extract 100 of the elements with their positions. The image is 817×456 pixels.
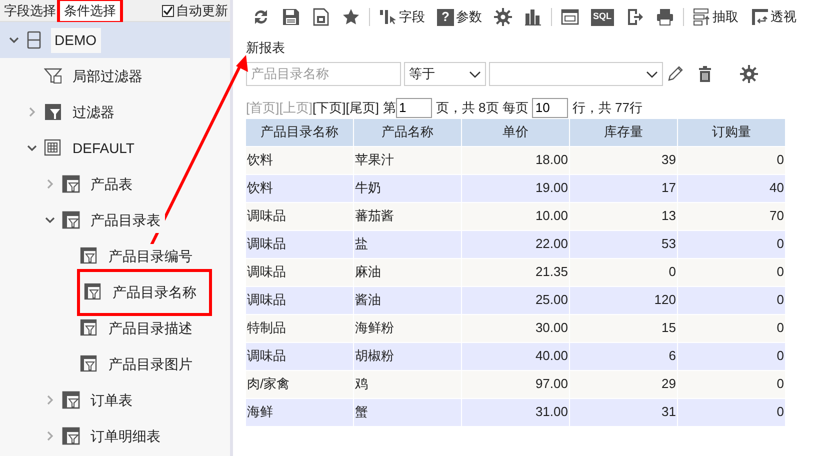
table-cell: 0 <box>678 146 785 174</box>
operator-select[interactable]: 等于 <box>404 62 486 86</box>
table-cell: 40 <box>678 174 785 202</box>
table-icon <box>80 319 98 337</box>
pager-text: 行，共 77行 <box>572 98 642 117</box>
table-cell: 25.00 <box>462 286 569 314</box>
table-cell: 苹果汁 <box>354 146 461 174</box>
table-cell: 盐 <box>354 230 461 258</box>
table-cell: 调味品 <box>246 230 353 258</box>
checkbox[interactable] <box>162 4 174 16</box>
table-cell: 13 <box>570 202 677 230</box>
table-cell: 15 <box>570 314 677 342</box>
pager-text: 第 <box>382 98 396 117</box>
table-cell: 麻油 <box>354 258 461 286</box>
toolbar-button[interactable]: ? 参数 <box>431 5 488 29</box>
stack-icon <box>692 8 711 26</box>
print-icon <box>656 8 674 26</box>
toolbar-button[interactable]: 透视 <box>744 5 803 29</box>
panel-tab[interactable]: 字段选择 <box>0 0 60 20</box>
chevron-down-icon[interactable] <box>45 215 55 225</box>
table-cell: 调味品 <box>246 342 353 370</box>
column-header: 库存量 <box>570 118 677 146</box>
table-cell: 酱油 <box>354 286 461 314</box>
layout-icon <box>561 8 579 26</box>
table-cell: 胡椒粉 <box>354 342 461 370</box>
table-cell: 18.00 <box>462 146 569 174</box>
panel-tab[interactable]: 条件选择 <box>60 0 120 20</box>
table-cell: 饮料 <box>246 174 353 202</box>
field-input[interactable]: 产品目录名称 <box>246 62 401 86</box>
column-header: 产品目录名称 <box>246 118 353 146</box>
table-cell: 牛奶 <box>354 174 461 202</box>
table-cell: 肉/家禽 <box>246 370 353 398</box>
table-cell: 30.00 <box>462 314 569 342</box>
table-cell: 0 <box>678 286 785 314</box>
table-cell: 海鲜 <box>246 398 353 426</box>
settings-icon <box>494 8 512 26</box>
column-header: 产品名称 <box>354 118 461 146</box>
tree-item[interactable]: DEMO <box>50 28 100 52</box>
table-cell: 蕃茄酱 <box>354 202 461 230</box>
table-cell: 饮料 <box>246 146 353 174</box>
table-icon <box>62 391 80 409</box>
export-icon <box>626 8 644 26</box>
table-cell: 40.00 <box>462 342 569 370</box>
pager-link[interactable]: [尾页] <box>346 98 379 118</box>
table-cell: 特制品 <box>246 314 353 342</box>
table-cell: 19.00 <box>462 174 569 202</box>
table-cell: 调味品 <box>246 258 353 286</box>
caret-icon <box>646 68 658 78</box>
sql-button[interactable]: SQL <box>591 8 614 26</box>
table-cell: 22.00 <box>462 230 569 258</box>
table-cell: 0 <box>570 258 677 286</box>
checkbox-label: 自动更新 <box>176 2 228 20</box>
chevron-down-icon[interactable] <box>9 35 19 45</box>
tree-row[interactable]: DEMO <box>0 22 230 58</box>
pivot-icon <box>750 8 769 26</box>
filter-icon <box>44 67 62 85</box>
table-cell: 21.35 <box>462 258 569 286</box>
table-cell: 调味品 <box>246 286 353 314</box>
pencil-icon[interactable] <box>666 64 684 82</box>
table-cell: 0 <box>678 314 785 342</box>
toolbar-button[interactable]: 字段 <box>373 5 431 29</box>
table-cell: 31.00 <box>462 398 569 426</box>
page-input[interactable]: 1 <box>396 98 432 118</box>
table-icon <box>62 427 80 445</box>
table-cell: 53 <box>570 230 677 258</box>
table-cell: 29 <box>570 370 677 398</box>
toolbar-button[interactable]: 抽取 <box>686 5 745 29</box>
trash-icon[interactable] <box>696 64 714 82</box>
report-title: 新报表 <box>246 39 286 57</box>
caret-icon <box>469 68 481 78</box>
table-cell: 蟹 <box>354 398 461 426</box>
rows-input[interactable]: 10 <box>532 98 568 118</box>
chevron-down-icon[interactable] <box>27 143 37 153</box>
table-cell: 0 <box>678 342 785 370</box>
column-header: 单价 <box>462 118 569 146</box>
table-cell: 10.00 <box>462 202 569 230</box>
star-icon <box>342 8 360 26</box>
table-icon <box>62 175 80 193</box>
table-cell: 0 <box>678 370 785 398</box>
table-cell: 31 <box>570 398 677 426</box>
grid-icon <box>44 139 62 157</box>
save-icon <box>282 8 300 26</box>
table-icon <box>80 355 98 373</box>
table-cell: 97.00 <box>462 370 569 398</box>
table-cell: 调味品 <box>246 202 353 230</box>
pager-link[interactable]: [下页] <box>312 98 346 118</box>
table-cell: 0 <box>678 398 785 426</box>
bar-chart-icon <box>524 8 542 26</box>
table-icon <box>80 247 98 265</box>
table-cell: 6 <box>570 342 677 370</box>
refresh-icon <box>252 8 270 26</box>
table-cell: 120 <box>570 286 677 314</box>
table-cell: 海鲜粉 <box>354 314 461 342</box>
table-icon <box>84 283 102 301</box>
table-cell: 39 <box>570 146 677 174</box>
help-icon: ? <box>437 8 454 26</box>
table-cell: 鸡 <box>354 370 461 398</box>
settings-icon[interactable] <box>740 64 758 82</box>
table-cell: 17 <box>570 174 677 202</box>
document-icon <box>312 8 330 26</box>
